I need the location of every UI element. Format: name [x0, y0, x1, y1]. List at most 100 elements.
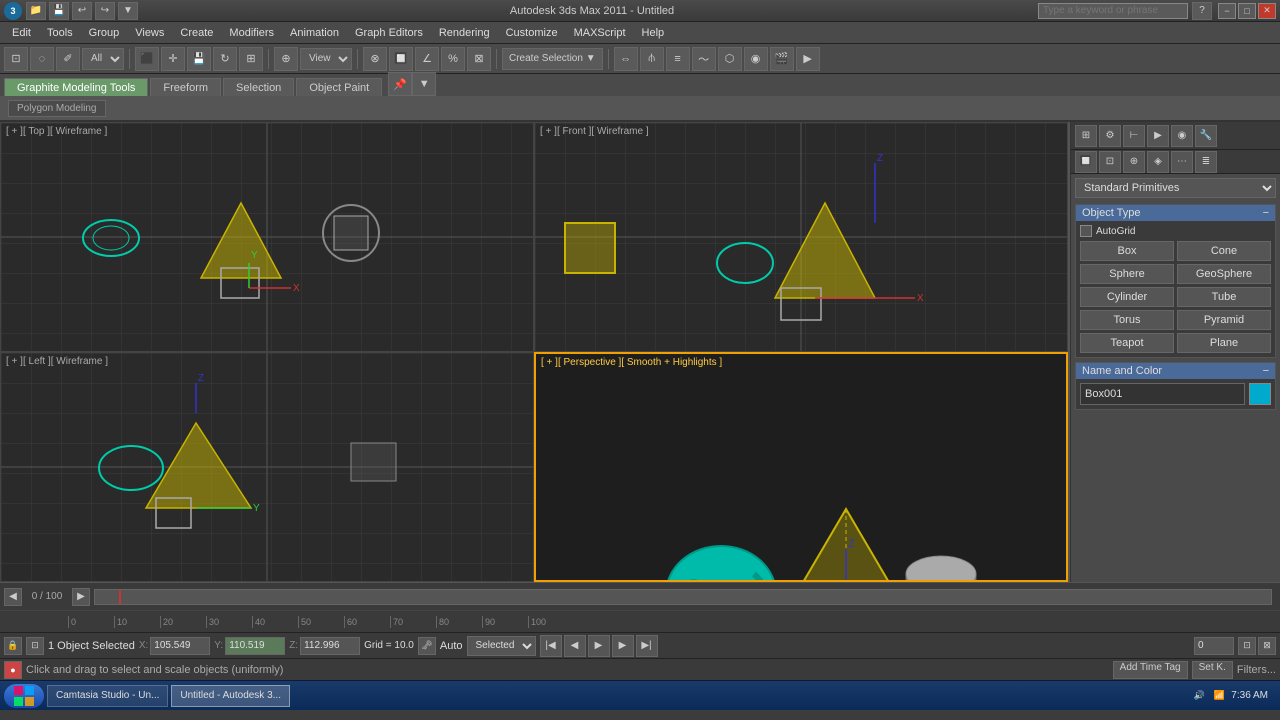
ref-coord-btn[interactable]: ⊕ — [274, 47, 298, 71]
qa-redo-btn[interactable]: ↪ — [95, 2, 115, 20]
btn-plane[interactable]: Plane — [1177, 333, 1271, 353]
viewport-top[interactable]: X Y [ + ][ Top ][ Wireframe ] — [0, 122, 534, 352]
mirror-btn[interactable]: ⇔ — [614, 47, 638, 71]
ribbon-tab-objectpaint[interactable]: Object Paint — [296, 78, 382, 96]
panel-extra-icon3[interactable]: ⊕ — [1123, 151, 1145, 173]
btn-geosphere[interactable]: GeoSphere — [1177, 264, 1271, 284]
viewport-perspective[interactable]: Z X Y [ + ][ Perspective ][ Smooth + Hig… — [534, 352, 1068, 582]
end-icon1[interactable]: ⊡ — [1238, 637, 1256, 655]
spinner-snap-btn[interactable]: ⊠ — [467, 47, 491, 71]
menu-create[interactable]: Create — [172, 23, 221, 43]
menu-graph-editors[interactable]: Graph Editors — [347, 23, 431, 43]
x-input[interactable] — [150, 637, 210, 655]
menu-customize[interactable]: Customize — [498, 23, 566, 43]
pivot-btn[interactable]: ⊗ — [363, 47, 387, 71]
frame-input[interactable] — [1194, 637, 1234, 655]
restore-button[interactable]: □ — [1238, 3, 1256, 19]
z-input[interactable] — [300, 637, 360, 655]
lock-btn[interactable]: 🔒 — [4, 637, 22, 655]
schematic-btn[interactable]: ⬡ — [718, 47, 742, 71]
paint-sel-btn[interactable]: ✐ — [56, 47, 80, 71]
panel-utilities-icon[interactable]: 🔧 — [1195, 125, 1217, 147]
timeline-left-btn[interactable]: ◀ — [4, 588, 22, 606]
ribbon-tab-selection[interactable]: Selection — [223, 78, 294, 96]
menu-rendering[interactable]: Rendering — [431, 23, 498, 43]
minimize-button[interactable]: − — [1218, 3, 1236, 19]
btn-pyramid[interactable]: Pyramid — [1177, 310, 1271, 330]
save-btn[interactable]: 💾 — [187, 47, 211, 71]
qa-save-btn[interactable]: 💾 — [49, 2, 69, 20]
menu-animation[interactable]: Animation — [282, 23, 347, 43]
menu-help[interactable]: Help — [634, 23, 673, 43]
view-dropdown[interactable]: View — [300, 48, 352, 70]
btn-cylinder[interactable]: Cylinder — [1080, 287, 1174, 307]
ribbon-pin-btn[interactable]: 📌 — [388, 72, 412, 96]
menu-edit[interactable]: Edit — [4, 23, 39, 43]
btn-tube[interactable]: Tube — [1177, 287, 1271, 307]
selected-dropdown[interactable]: Selected — [467, 636, 536, 656]
autogrid-checkbox[interactable] — [1080, 225, 1092, 237]
snap-btn[interactable]: 🔲 — [389, 47, 413, 71]
filter-dropdown[interactable]: All — [82, 48, 124, 70]
close-button[interactable]: ✕ — [1258, 3, 1276, 19]
ribbon-tab-freeform[interactable]: Freeform — [150, 78, 221, 96]
search-input[interactable] — [1038, 3, 1188, 19]
timeline-right-btn[interactable]: ▶ — [72, 588, 90, 606]
viewport-left[interactable]: Z Y [ + ][ Left ][ Wireframe ] — [0, 352, 534, 582]
btn-sphere[interactable]: Sphere — [1080, 264, 1174, 284]
y-input[interactable] — [225, 637, 285, 655]
panel-extra-icon4[interactable]: ◈ — [1147, 151, 1169, 173]
rotate-btn[interactable]: ↻ — [213, 47, 237, 71]
menu-modifiers[interactable]: Modifiers — [221, 23, 282, 43]
name-color-header[interactable]: Name and Color − — [1076, 363, 1275, 379]
lasso-btn[interactable]: ◌ — [30, 47, 54, 71]
select-btn[interactable]: ⬛ — [135, 47, 159, 71]
render-btn[interactable]: ▶ — [796, 47, 820, 71]
panel-motion-icon[interactable]: ▶ — [1147, 125, 1169, 147]
material-btn[interactable]: ◉ — [744, 47, 768, 71]
tray-icon2[interactable]: 📶 — [1210, 687, 1228, 705]
btn-cone[interactable]: Cone — [1177, 241, 1271, 261]
btn-teapot[interactable]: Teapot — [1080, 333, 1174, 353]
panel-extra-icon5[interactable]: ⋯ — [1171, 151, 1193, 173]
angle-snap-btn[interactable]: ∠ — [415, 47, 439, 71]
qa-dropdown-btn[interactable]: ▼ — [118, 2, 138, 20]
tray-icon1[interactable]: 🔊 — [1190, 687, 1208, 705]
primitives-dropdown[interactable]: Standard Primitives — [1075, 178, 1276, 198]
select-tool-btn[interactable]: ⊡ — [4, 47, 28, 71]
help-btn[interactable]: ? — [1192, 2, 1212, 20]
btn-box[interactable]: Box — [1080, 241, 1174, 261]
select-move-btn[interactable]: ✛ — [161, 47, 185, 71]
qa-undo-btn[interactable]: ↩ — [72, 2, 92, 20]
taskbar-camtasia[interactable]: Camtasia Studio - Un... — [47, 685, 168, 707]
object-type-header[interactable]: Object Type − — [1076, 205, 1275, 221]
object-name-input[interactable] — [1080, 383, 1245, 405]
goto-end-btn[interactable]: ▶| — [636, 635, 658, 657]
set-key-btn[interactable]: Set K. — [1192, 661, 1233, 679]
panel-hierarchy-icon[interactable]: ⊢ — [1123, 125, 1145, 147]
add-time-tag-btn[interactable]: Add Time Tag — [1113, 661, 1188, 679]
menu-group[interactable]: Group — [81, 23, 128, 43]
menu-tools[interactable]: Tools — [39, 23, 81, 43]
next-frame-btn[interactable]: ▶ — [612, 635, 634, 657]
end-icon2[interactable]: ⊠ — [1258, 637, 1276, 655]
menu-maxscript[interactable]: MAXScript — [566, 23, 634, 43]
viewport-front[interactable]: Z X [ + ][ Front ][ Wireframe ] — [534, 122, 1068, 352]
prev-frame-btn[interactable]: ◀ — [564, 635, 586, 657]
render-setup-btn[interactable]: 🎬 — [770, 47, 794, 71]
ribbon-polygon-modeling[interactable]: Polygon Modeling — [8, 100, 106, 117]
create-selection-btn[interactable]: Create Selection ▼ — [502, 48, 603, 70]
panel-modify-icon[interactable]: ⚙ — [1099, 125, 1121, 147]
animation-mode-btn[interactable]: ● — [4, 661, 22, 679]
scale-btn[interactable]: ⊞ — [239, 47, 263, 71]
start-button[interactable] — [4, 684, 44, 708]
timeline-track[interactable] — [94, 589, 1272, 605]
taskbar-3dsmax[interactable]: Untitled - Autodesk 3... — [171, 685, 290, 707]
play-btn[interactable]: ▶ — [588, 635, 610, 657]
panel-extra-icon6[interactable]: ≣ — [1195, 151, 1217, 173]
curve-editor-btn[interactable]: 〜 — [692, 47, 716, 71]
ribbon-arrow-btn[interactable]: ▼ — [412, 72, 436, 96]
key-icon[interactable]: 🗝 — [418, 637, 436, 655]
status-icon2[interactable]: ⊡ — [26, 637, 44, 655]
goto-start-btn[interactable]: |◀ — [540, 635, 562, 657]
